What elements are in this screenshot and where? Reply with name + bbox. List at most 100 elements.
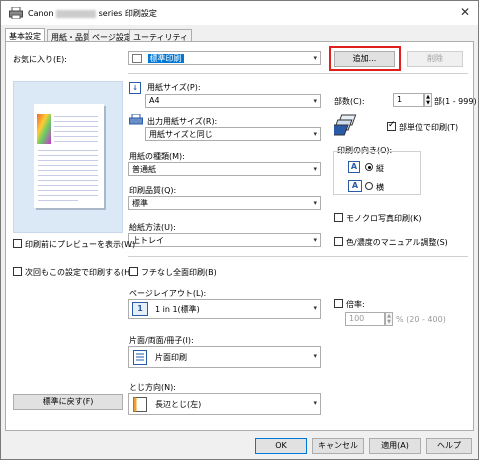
scaling-input[interactable]: 100 [345,312,385,326]
copies-range: 部(1 - 999) [434,97,477,106]
chevron-down-icon: ▾ [313,97,317,105]
copies-spinner[interactable]: ▲ ▼ [424,93,432,107]
preview-line [38,160,98,161]
delete-favorite-button[interactable]: 削除 [407,51,463,67]
paper-size-select[interactable]: A4 ▾ [145,94,321,108]
color-manual-checkbox[interactable] [334,237,343,246]
preview-line [38,190,98,191]
print-quality-value: 標準 [132,199,148,208]
landscape-radio[interactable] [365,182,373,190]
color-manual-label: 色/濃度のマニュアル調整(S) [346,238,448,247]
page-layout-label: ページレイアウト(L): [129,289,207,298]
close-button[interactable]: ✕ [460,5,470,19]
duplex-value: 片面印刷 [155,353,187,362]
borderless-checkbox[interactable] [129,267,138,276]
preview-line [38,150,98,151]
print-quality-label: 印刷品質(Q): [129,186,177,195]
scaling-checkbox[interactable] [334,299,343,308]
grayscale-checkbox[interactable] [334,213,343,222]
preview-line [54,136,98,137]
chevron-down-icon: ▾ [313,352,317,360]
preview-line [54,121,98,122]
scaling-label: 倍率: [346,300,365,309]
paper-source-value: 上トレイ [132,236,164,245]
preview-line [38,175,98,176]
duplex-select[interactable]: 片面印刷 ▾ [128,346,321,368]
cancel-button[interactable]: キャンセル [312,438,364,454]
preview-line [54,141,98,142]
binding-select[interactable]: 長辺とじ(左) ▾ [128,393,321,415]
window-title-suffix: series 印刷設定 [98,9,157,18]
paper-size-value: A4 [149,96,160,105]
ok-button[interactable]: OK [255,438,307,454]
media-type-select[interactable]: 普通紙 ▾ [128,162,321,176]
copies-label: 部数(C): [334,97,365,106]
page-layout-value: 1 in 1(標準) [155,305,200,314]
copies-input[interactable]: 1 [393,93,424,107]
collate-label: 部単位で印刷(T) [399,123,459,132]
portrait-radio[interactable] [365,163,373,171]
chevron-down-icon: ▾ [313,130,317,138]
output-size-select[interactable]: 用紙サイズと同じ ▾ [145,127,321,141]
binding-value: 長辺とじ(左) [155,400,202,409]
chevron-down-icon: ▾ [313,236,317,244]
scaling-spinner[interactable]: ▲ ▼ [385,312,393,326]
output-size-label: 出力用紙サイズ(R): [147,117,218,126]
media-type-label: 用紙の種類(M): [129,152,185,161]
chevron-down-icon: ▾ [313,399,317,407]
preview-before-checkbox[interactable] [13,239,22,248]
print-preview [13,81,123,233]
paper-source-label: 給紙方法(U): [129,223,176,232]
scaling-range: % (20 - 400) [396,315,446,324]
preview-line [38,185,98,186]
preview-line [38,195,98,196]
preview-line [38,155,98,156]
landscape-label: 横 [376,183,384,192]
borderless-label: フチなし全面印刷(B) [141,268,217,277]
page-layout-select[interactable]: 1 1 in 1(標準) ▾ [128,299,321,319]
print-quality-select[interactable]: 標準 ▾ [128,196,321,210]
preview-line [54,116,98,117]
preview-page [34,104,104,208]
preview-color-swatch-icon [37,114,51,144]
apply-button[interactable]: 適用(A) [369,438,421,454]
paper-size-label: 用紙サイズ(P): [147,83,201,92]
print-next-time-checkbox[interactable] [13,267,22,276]
printer-icon [9,7,23,19]
preview-line [38,180,98,181]
preview-line [54,131,98,132]
output-size-value: 用紙サイズと同じ [149,130,213,139]
preview-line [38,165,98,166]
favorites-label: お気に入り(E): [13,55,67,64]
single-sided-icon [133,350,147,365]
chevron-down-icon: ▾ [313,304,317,312]
print-settings-window: Canon series 印刷設定 ✕ 基本設定 用紙・品質 ページ設定 ユーテ… [0,0,479,460]
media-type-value: 普通紙 [132,165,156,174]
chevron-down-icon: ▾ [313,165,317,173]
title-bar: Canon series 印刷設定 ✕ [1,1,478,25]
preview-line [38,170,98,171]
favorites-select[interactable]: 標準印刷 ▾ [128,51,321,65]
help-button[interactable]: ヘルプ [426,438,472,454]
chevron-down-icon: ▾ [313,54,317,62]
preview-line [38,200,78,201]
favorite-doc-icon [132,54,142,63]
paper-source-select[interactable]: 上トレイ ▾ [128,233,321,247]
output-printer-icon [129,114,143,125]
add-favorite-button[interactable]: 追加... [334,51,395,67]
binding-label: とじ方向(N): [129,383,176,392]
layout-1in1-icon: 1 [132,302,148,316]
separator [128,73,468,74]
print-next-time-label: 次回もこの設定で印刷する(H) [25,268,134,277]
preview-line [54,126,98,127]
chevron-down-icon: ▾ [313,199,317,207]
long-edge-left-icon [133,397,147,412]
separator [128,256,468,257]
grayscale-label: モノクロ写真印刷(K) [346,214,422,223]
preview-before-label: 印刷前にプレビューを表示(W) [25,240,136,249]
collate-checkbox[interactable] [387,120,396,131]
window-title: Canon series 印刷設定 [28,8,157,19]
collate-stack-icon [334,114,357,136]
favorites-value: 標準印刷 [147,54,184,63]
restore-defaults-button[interactable]: 標準に戻す(F) [13,394,123,410]
